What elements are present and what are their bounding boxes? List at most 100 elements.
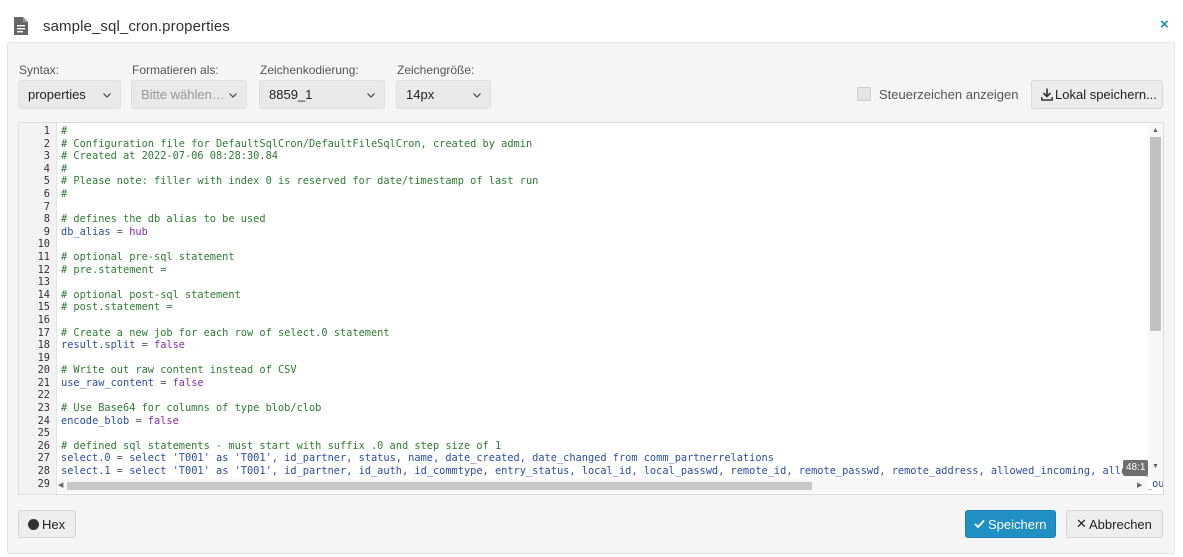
- line-number: 29: [37, 477, 50, 490]
- syntax-select-value: properties: [28, 87, 86, 102]
- code-line[interactable]: 4 #: [19, 163, 1147, 176]
- code-text[interactable]: # Use Base64 for columns of type blob/cl…: [61, 402, 321, 415]
- code-line[interactable]: 7: [19, 201, 1147, 214]
- hex-button[interactable]: Hex: [18, 510, 76, 538]
- code-line[interactable]: 14 # optional post-sql statement: [19, 289, 1147, 302]
- code-line[interactable]: 22: [19, 389, 1147, 402]
- code-line[interactable]: 28 select.1 = select 'T001' as 'T001', id…: [19, 465, 1163, 478]
- code-text[interactable]: # Write out raw content instead of CSV: [61, 364, 297, 377]
- code-lines[interactable]: 1 #2 # Configuration file for DefaultSqlCr…: [19, 125, 1163, 490]
- line-number: 20: [37, 364, 50, 377]
- code-line[interactable]: 13: [19, 276, 1147, 289]
- line-number: 23: [37, 402, 50, 415]
- chevron-down-icon: [229, 93, 237, 98]
- code-text[interactable]: select.1 = select 'T001' as 'T001', id_p…: [61, 465, 1163, 478]
- code-line[interactable]: 9 db_alias = hub: [19, 226, 1147, 239]
- save-local-button[interactable]: Lokal speichern...: [1031, 80, 1163, 109]
- scroll-up-icon[interactable]: ▲: [1152, 127, 1159, 134]
- code-line[interactable]: 2 # Configuration file for DefaultSqlCron…: [19, 138, 1147, 151]
- code-line[interactable]: 20 # Write out raw content instead of CSV: [19, 364, 1147, 377]
- vertical-scrollbar-thumb[interactable]: [1150, 137, 1161, 331]
- check-icon: [974, 519, 985, 529]
- close-icon: ✕: [1076, 516, 1087, 531]
- line-number: 9: [43, 225, 50, 238]
- code-text[interactable]: # optional pre-sql statement: [61, 251, 235, 264]
- code-line[interactable]: 10: [19, 238, 1147, 251]
- code-text[interactable]: result.split = false: [61, 339, 185, 352]
- code-line[interactable]: 23 # Use Base64 for columns of type blob/…: [19, 402, 1147, 415]
- code-line[interactable]: 12 # pre.statement =: [19, 264, 1147, 277]
- code-text[interactable]: #: [61, 188, 67, 201]
- line-number: 21: [37, 376, 50, 389]
- code-line[interactable]: 19: [19, 352, 1147, 365]
- syntax-select[interactable]: properties: [18, 80, 121, 109]
- code-text[interactable]: select.0 = select 'T001' as 'T001', id_p…: [61, 452, 774, 465]
- encoding-select-value: 8859_1: [269, 87, 313, 102]
- horizontal-scrollbar[interactable]: ◀ ▶: [57, 479, 1148, 493]
- code-line[interactable]: 6 #: [19, 188, 1147, 201]
- code-line[interactable]: 3 # Created at 2022-07-06 08:28:30.84: [19, 150, 1147, 163]
- save-local-label: Lokal speichern...: [1055, 87, 1157, 102]
- cancel-button[interactable]: ✕ Abbrechen: [1066, 510, 1163, 538]
- code-text[interactable]: # Configuration file for DefaultSqlCron/…: [61, 138, 532, 151]
- line-number: 8: [43, 213, 50, 226]
- chevron-down-icon: [103, 93, 111, 98]
- code-text[interactable]: db_alias = hub: [61, 226, 148, 239]
- code-text[interactable]: use_raw_content = false: [61, 377, 204, 390]
- line-number: 26: [37, 439, 50, 452]
- code-line[interactable]: 5 # Please note: filler with index 0 is r…: [19, 175, 1147, 188]
- chevron-down-icon: [367, 93, 375, 98]
- line-number: 3: [43, 150, 50, 163]
- vertical-scrollbar[interactable]: ▲ ▼: [1148, 123, 1163, 480]
- line-number: 6: [43, 187, 50, 200]
- line-number: 10: [37, 238, 50, 251]
- chevron-down-icon: [473, 93, 481, 98]
- show-control-chars-checkbox[interactable]: [857, 87, 871, 101]
- format-label: Formatieren als:: [132, 63, 219, 77]
- line-number: 28: [37, 465, 50, 478]
- line-number: 7: [43, 200, 50, 213]
- line-number: 5: [43, 175, 50, 188]
- code-line[interactable]: 11 # optional pre-sql statement: [19, 251, 1147, 264]
- dialog-title: sample_sql_cron.properties: [43, 18, 230, 35]
- scroll-right-icon[interactable]: ▶: [1137, 481, 1142, 489]
- code-text[interactable]: # Created at 2022-07-06 08:28:30.84: [61, 150, 278, 163]
- close-icon[interactable]: ×: [1160, 16, 1169, 33]
- code-text[interactable]: # optional post-sql statement: [61, 289, 241, 302]
- line-number: 4: [43, 162, 50, 175]
- code-text[interactable]: # defined sql statements - must start wi…: [61, 440, 501, 453]
- code-line[interactable]: 24 encode_blob = false: [19, 415, 1147, 428]
- save-button[interactable]: Speichern: [965, 510, 1056, 538]
- code-editor[interactable]: 1 #2 # Configuration file for DefaultSqlCr…: [18, 122, 1164, 495]
- code-line[interactable]: 21 use_raw_content = false: [19, 377, 1147, 390]
- code-text[interactable]: encode_blob = false: [61, 415, 179, 428]
- line-number: 1: [43, 125, 50, 137]
- show-control-chars-label[interactable]: Steuerzeichen anzeigen: [879, 87, 1019, 102]
- scroll-left-icon[interactable]: ◀: [58, 481, 63, 489]
- format-select[interactable]: Bitte wählen…: [131, 80, 247, 109]
- code-line[interactable]: 15 # post.statement =: [19, 301, 1147, 314]
- code-text[interactable]: # Create a new job for each row of selec…: [61, 327, 390, 340]
- scroll-down-icon[interactable]: ▼: [1152, 463, 1159, 470]
- font-size-select[interactable]: 14px: [396, 80, 491, 109]
- code-text[interactable]: #: [61, 125, 67, 138]
- encoding-select[interactable]: 8859_1: [259, 80, 385, 109]
- code-text[interactable]: # Please note: filler with index 0 is re…: [61, 175, 538, 188]
- save-label: Speichern: [988, 517, 1047, 532]
- line-number: 2: [43, 137, 50, 150]
- code-line[interactable]: 8 # defines the db alias to be used: [19, 213, 1147, 226]
- code-text[interactable]: # pre.statement =: [61, 264, 166, 277]
- code-line[interactable]: 27 select.0 = select 'T001' as 'T001', id…: [19, 452, 1147, 465]
- encoding-label: Zeichenkodierung:: [260, 63, 359, 77]
- code-line[interactable]: 1 #: [19, 125, 1147, 138]
- code-text[interactable]: # post.statement =: [61, 301, 173, 314]
- code-line[interactable]: 18 result.split = false: [19, 339, 1147, 352]
- code-line[interactable]: 25: [19, 427, 1147, 440]
- code-line[interactable]: 26 # defined sql statements - must start …: [19, 440, 1147, 453]
- code-line[interactable]: 17 # Create a new job for each row of sel…: [19, 327, 1147, 340]
- code-text[interactable]: # defines the db alias to be used: [61, 213, 266, 226]
- code-text[interactable]: #: [61, 163, 67, 176]
- horizontal-scrollbar-thumb[interactable]: [67, 482, 812, 490]
- line-number: 25: [37, 427, 50, 440]
- code-line[interactable]: 16: [19, 314, 1147, 327]
